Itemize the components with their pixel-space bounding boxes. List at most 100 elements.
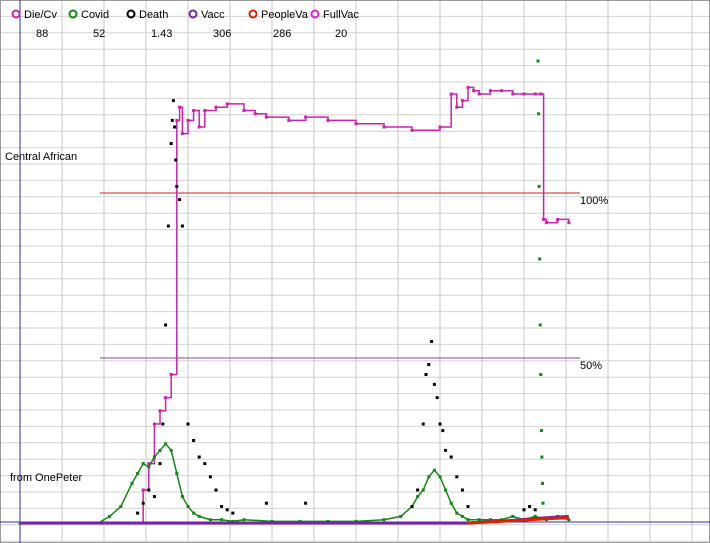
data-point	[304, 501, 308, 505]
data-point	[141, 462, 145, 466]
data-point	[449, 455, 453, 459]
data-point	[536, 59, 540, 63]
legend: Die/Cv 88 Covid 52 Death 1.43 Vacc 306 PeopleVa 2…	[11, 9, 359, 40]
data-point	[541, 481, 544, 485]
data-point	[382, 125, 386, 129]
data-point	[444, 448, 448, 452]
data-point	[410, 505, 414, 508]
data-point	[472, 89, 476, 93]
data-point	[180, 224, 184, 228]
legend-value: 1.43	[151, 28, 172, 40]
data-point	[197, 455, 201, 459]
data-point	[427, 475, 431, 479]
data-point	[186, 118, 190, 122]
data-point	[542, 217, 546, 221]
data-point	[171, 99, 175, 103]
data-point	[147, 465, 151, 469]
legend-name: Vacc	[201, 9, 225, 21]
data-point	[152, 495, 156, 499]
data-point	[192, 439, 196, 442]
data-point	[455, 105, 459, 109]
data-point	[438, 125, 442, 129]
data-point	[225, 102, 229, 106]
data-point	[537, 112, 541, 116]
data-point	[170, 118, 174, 122]
data-point	[214, 105, 218, 109]
data-point	[192, 109, 196, 112]
data-point	[424, 373, 428, 376]
data-point	[253, 112, 257, 116]
series-line	[20, 442, 570, 524]
series-line	[20, 86, 570, 524]
data-point	[264, 501, 268, 505]
data-point	[533, 92, 537, 96]
data-point	[175, 184, 179, 188]
data-point	[208, 518, 212, 522]
legend-value: 306	[213, 28, 231, 40]
data-point	[152, 455, 156, 459]
data-point	[528, 505, 532, 508]
data-point	[178, 198, 182, 202]
data-point	[164, 323, 168, 327]
data-point	[466, 518, 470, 522]
data-point	[522, 92, 526, 96]
data-point	[416, 488, 420, 492]
region-label: Central African	[5, 151, 77, 163]
data-point	[192, 511, 196, 515]
data-point	[399, 514, 403, 518]
data-point	[173, 125, 177, 129]
data-point	[242, 109, 246, 112]
data-point	[130, 481, 134, 485]
data-point	[567, 221, 571, 225]
data-point	[460, 514, 464, 518]
data-point	[164, 396, 168, 400]
data-point	[326, 118, 330, 122]
data-point	[178, 105, 182, 109]
data-point	[180, 495, 184, 499]
legend-value: 52	[93, 28, 105, 40]
data-point	[421, 488, 425, 492]
data-point	[180, 132, 184, 136]
data-point	[416, 495, 420, 499]
data-point	[169, 142, 173, 145]
data-point	[539, 92, 543, 96]
data-point	[197, 125, 201, 129]
data-point	[220, 518, 224, 522]
data-point	[287, 118, 291, 122]
data-point	[197, 514, 201, 518]
data-point	[136, 472, 140, 475]
legend-name: FullVac	[323, 9, 359, 21]
chart-canvas: 100% 50% Die/Cv 88 Covid 52 Death 1.43 Vacc 306 P…	[0, 0, 710, 543]
data-point	[455, 475, 459, 479]
source-label: from OnePeter	[10, 472, 82, 484]
legend-name: Death	[139, 9, 168, 21]
data-point	[539, 429, 543, 433]
data-point	[186, 505, 190, 508]
legend-value: 286	[273, 28, 291, 40]
data-point	[141, 501, 145, 505]
series-covid	[18, 442, 571, 525]
data-point	[147, 488, 151, 492]
data-point	[166, 224, 170, 228]
data-point	[449, 501, 453, 505]
frame	[0, 0, 710, 543]
data-point	[203, 109, 207, 112]
data-point	[540, 455, 544, 459]
data-point	[119, 505, 123, 508]
data-point	[466, 85, 470, 89]
data-point	[108, 514, 112, 518]
data-point	[541, 501, 545, 505]
data-point	[544, 221, 548, 225]
data-point	[441, 429, 445, 433]
data-point	[175, 118, 179, 122]
data-point	[186, 422, 190, 426]
data-point	[354, 122, 358, 126]
data-point	[214, 488, 218, 492]
data-point	[141, 488, 145, 492]
data-point	[169, 373, 173, 376]
data-point	[460, 488, 464, 492]
data-point	[466, 505, 470, 508]
data-point	[421, 422, 425, 426]
data-point	[432, 382, 436, 386]
series-layer	[18, 59, 571, 525]
